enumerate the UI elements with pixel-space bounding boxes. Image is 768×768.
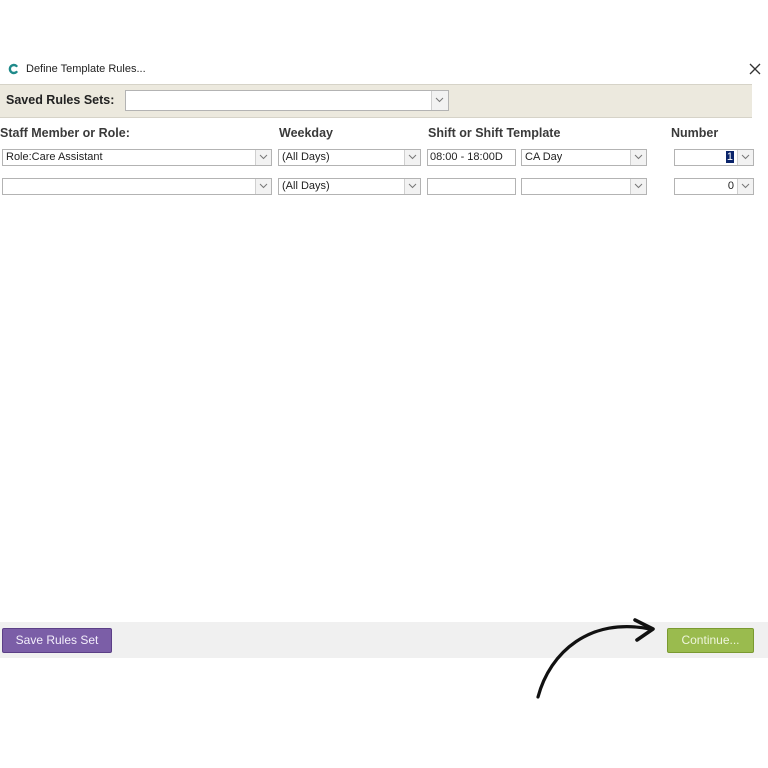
save-rules-set-button[interactable]: Save Rules Set xyxy=(2,628,112,653)
number-value: 1 xyxy=(725,151,734,163)
number-value: 0 xyxy=(727,180,734,192)
chevron-down-icon[interactable] xyxy=(404,150,420,165)
continue-button[interactable]: Continue... xyxy=(667,628,754,653)
weekday-value: (All Days) xyxy=(282,151,330,163)
chevron-down-icon[interactable] xyxy=(630,150,646,165)
chevron-down-icon[interactable] xyxy=(431,91,448,110)
chevron-down-icon[interactable] xyxy=(737,179,753,194)
chevron-down-icon[interactable] xyxy=(404,179,420,194)
number-stepper[interactable]: 1 xyxy=(674,149,754,166)
shift-template-dropdown[interactable] xyxy=(521,178,647,195)
saved-rules-label: Saved Rules Sets: xyxy=(6,93,115,107)
weekday-value: (All Days) xyxy=(282,180,330,192)
close-icon[interactable] xyxy=(746,60,764,78)
shift-time-field[interactable] xyxy=(427,178,516,195)
shift-time-value: 08:00 - 18:00D xyxy=(430,151,503,163)
chevron-down-icon[interactable] xyxy=(737,150,753,165)
curved-arrow-icon xyxy=(536,618,655,699)
weekday-dropdown[interactable]: (All Days) xyxy=(278,149,421,166)
number-stepper[interactable]: 0 xyxy=(674,178,754,195)
staff-role-dropdown[interactable] xyxy=(2,178,272,195)
shift-template-dropdown[interactable]: CA Day xyxy=(521,149,647,166)
shift-template-value: CA Day xyxy=(525,151,563,163)
saved-rules-dropdown[interactable] xyxy=(125,90,449,111)
column-header-shift: Shift or Shift Template xyxy=(428,126,561,140)
chevron-down-icon[interactable] xyxy=(630,179,646,194)
window-title: Define Template Rules... xyxy=(26,63,146,75)
app-logo-icon xyxy=(8,63,18,75)
chevron-down-icon[interactable] xyxy=(255,150,271,165)
window-titlebar: Define Template Rules... xyxy=(0,58,768,82)
column-header-staff: Staff Member or Role: xyxy=(0,126,130,140)
shift-time-field[interactable]: 08:00 - 18:00D xyxy=(427,149,516,166)
staff-role-value: Role:Care Assistant xyxy=(6,151,103,163)
weekday-dropdown[interactable]: (All Days) xyxy=(278,178,421,195)
chevron-down-icon[interactable] xyxy=(255,179,271,194)
staff-role-dropdown[interactable]: Role:Care Assistant xyxy=(2,149,272,166)
saved-rules-bar: Saved Rules Sets: xyxy=(0,84,752,118)
column-header-number: Number xyxy=(671,126,719,140)
column-header-weekday: Weekday xyxy=(279,126,333,140)
